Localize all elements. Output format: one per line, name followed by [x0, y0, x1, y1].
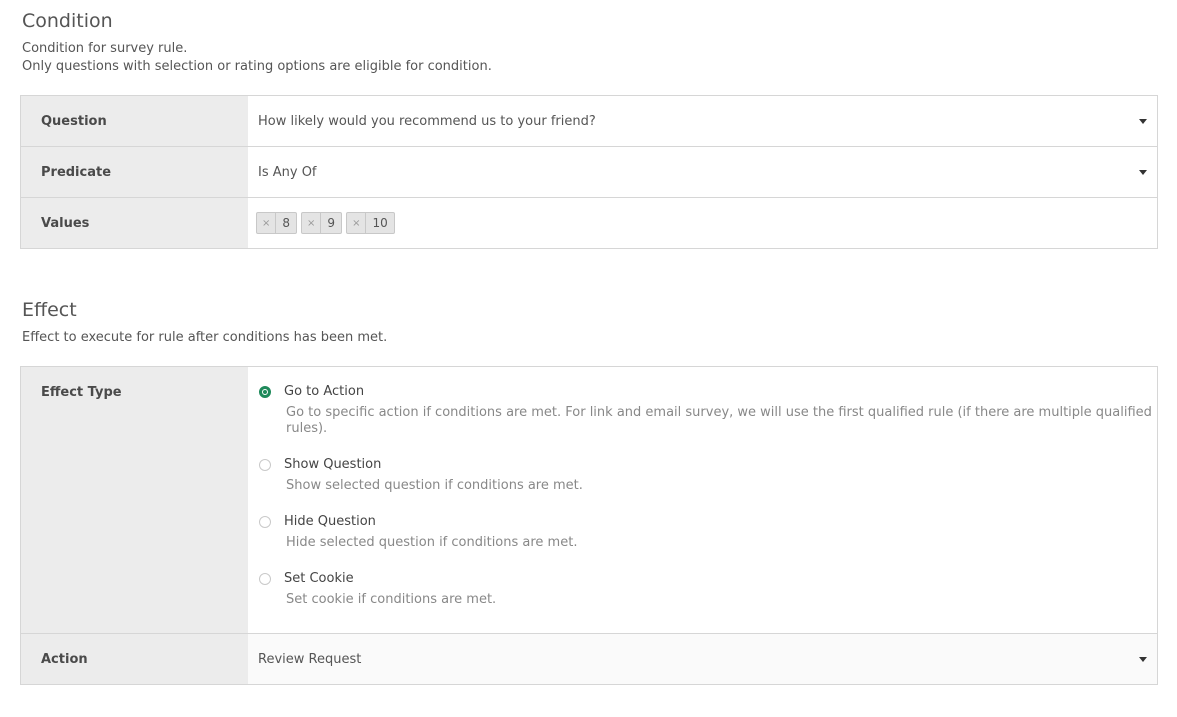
predicate-select[interactable]: Is Any Of [248, 147, 1157, 197]
effect-form: Effect Type Go to Action Go to specific … [20, 366, 1158, 685]
condition-form: Question How likely would you recommend … [20, 95, 1158, 249]
condition-desc-line1: Condition for survey rule. [22, 41, 188, 56]
effect-option-set-cookie[interactable]: Set Cookie Set cookie if conditions are … [258, 571, 1157, 608]
values-multiselect[interactable]: × 8 × 9 × 10 [248, 198, 1157, 248]
value-tag: × 9 [301, 212, 343, 234]
effect-option-help: Go to specific action if conditions are … [286, 405, 1152, 436]
predicate-row: Predicate Is Any Of [21, 147, 1157, 198]
effect-option-label: Show Question [284, 457, 382, 472]
question-row: Question How likely would you recommend … [21, 96, 1157, 147]
question-select[interactable]: How likely would you recommend us to you… [248, 96, 1157, 146]
close-icon[interactable]: × [257, 213, 277, 233]
caret-down-icon [1139, 657, 1147, 662]
value-tag: × 8 [256, 212, 298, 234]
value-tag: × 10 [346, 212, 395, 234]
radio-icon[interactable] [259, 459, 271, 471]
condition-description: Condition for survey rule. Only question… [22, 40, 492, 76]
effect-option-go-to-action[interactable]: Go to Action Go to specific action if co… [258, 384, 1157, 437]
close-icon[interactable]: × [302, 213, 322, 233]
effect-section: Effect Effect to execute for rule after … [22, 299, 387, 347]
effect-option-label: Go to Action [284, 384, 365, 399]
value-tag-label: 8 [282, 216, 291, 230]
action-label: Action [21, 634, 248, 684]
values-row: Values × 8 × 9 × 10 [21, 198, 1157, 248]
action-select-value: Review Request [258, 651, 362, 667]
effect-type-radio-group: Go to Action Go to specific action if co… [248, 367, 1157, 633]
effect-option-help: Hide selected question if conditions are… [286, 535, 578, 550]
value-tag-label: 9 [327, 216, 336, 230]
condition-desc-line2: Only questions with selection or rating … [22, 59, 492, 74]
effect-type-label: Effect Type [21, 367, 248, 633]
effect-description: Effect to execute for rule after conditi… [22, 330, 388, 345]
radio-icon[interactable] [259, 386, 271, 398]
effect-type-row: Effect Type Go to Action Go to specific … [21, 367, 1157, 634]
effect-option-help: Show selected question if conditions are… [286, 478, 583, 493]
close-icon[interactable]: × [347, 213, 367, 233]
predicate-select-value: Is Any Of [258, 164, 317, 180]
radio-icon[interactable] [259, 516, 271, 528]
caret-down-icon [1139, 170, 1147, 175]
effect-option-hide-question[interactable]: Hide Question Hide selected question if … [258, 514, 1157, 551]
value-tag-label: 10 [372, 216, 388, 230]
caret-down-icon [1139, 119, 1147, 124]
question-label: Question [21, 96, 248, 146]
effect-option-help: Set cookie if conditions are met. [286, 592, 497, 607]
effect-option-label: Hide Question [284, 514, 376, 529]
values-label: Values [21, 198, 248, 248]
effect-title: Effect [22, 299, 77, 321]
effect-option-show-question[interactable]: Show Question Show selected question if … [258, 457, 1157, 494]
radio-icon[interactable] [259, 573, 271, 585]
condition-title: Condition [22, 10, 113, 32]
condition-section: Condition Condition for survey rule. Onl… [22, 10, 492, 76]
predicate-label: Predicate [21, 147, 248, 197]
action-row: Action Review Request [21, 634, 1157, 684]
question-select-value: How likely would you recommend us to you… [258, 113, 596, 129]
action-select[interactable]: Review Request [248, 634, 1157, 684]
effect-option-label: Set Cookie [284, 571, 354, 586]
